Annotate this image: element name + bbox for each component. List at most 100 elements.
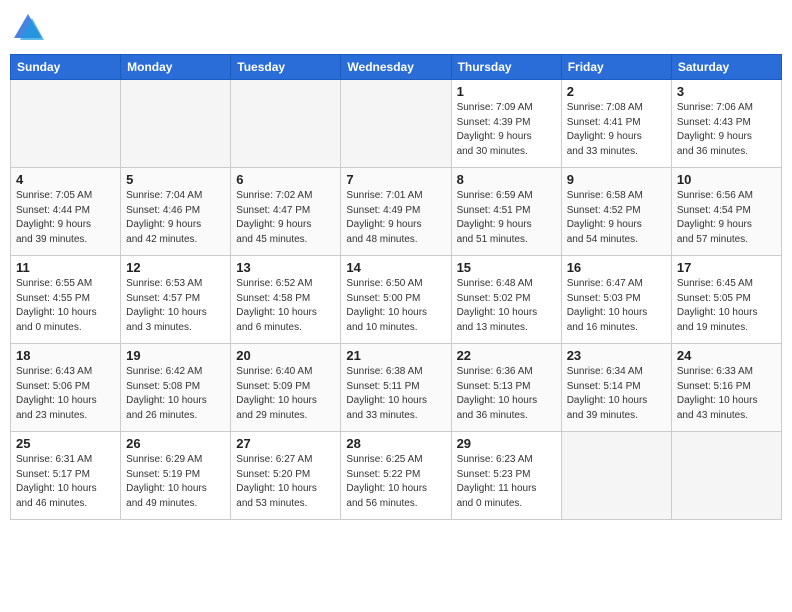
calendar-cell: 23 Sunrise: 6:34 AM Sunset: 5:14 PM Dayli… bbox=[561, 344, 671, 432]
calendar-cell: 12Sunrise: 6:53 AM Sunset: 4:57 PM Dayli… bbox=[121, 256, 231, 344]
day-number: 9 bbox=[567, 172, 666, 187]
calendar-cell: 17Sunrise: 6:45 AM Sunset: 5:05 PM Dayli… bbox=[671, 256, 781, 344]
calendar-cell: 20Sunrise: 6:40 AM Sunset: 5:09 PM Dayli… bbox=[231, 344, 341, 432]
day-info: Sunrise: 6:56 AM Sunset: 4:54 PM Dayligh… bbox=[677, 189, 776, 247]
calendar-cell: 1 Sunrise: 7:09 AM Sunset: 4:39 PM Daylig… bbox=[451, 80, 561, 168]
day-number: 14 bbox=[346, 260, 445, 275]
day-info: Sunrise: 7:06 AM Sunset: 4:43 PM Dayligh… bbox=[677, 101, 776, 159]
calendar-cell bbox=[671, 432, 781, 520]
day-number: 10 bbox=[677, 172, 776, 187]
day-info: Sunrise: 7:05 AM Sunset: 4:44 PM Dayligh… bbox=[16, 189, 115, 247]
calendar-cell: 5 Sunrise: 7:04 AM Sunset: 4:46 PM Daylig… bbox=[121, 168, 231, 256]
week-row-1: 1 Sunrise: 7:09 AM Sunset: 4:39 PM Daylig… bbox=[11, 80, 782, 168]
day-info: Sunrise: 6:58 AM Sunset: 4:52 PM Dayligh… bbox=[567, 189, 666, 247]
day-info: Sunrise: 6:47 AM Sunset: 5:03 PM Dayligh… bbox=[567, 277, 666, 335]
logo bbox=[10, 10, 50, 46]
day-number: 27 bbox=[236, 436, 335, 451]
day-number: 6 bbox=[236, 172, 335, 187]
calendar-cell: 14 Sunrise: 6:50 AM Sunset: 5:00 PM Dayli… bbox=[341, 256, 451, 344]
calendar-cell bbox=[561, 432, 671, 520]
day-info: Sunrise: 6:42 AM Sunset: 5:08 PM Dayligh… bbox=[126, 365, 225, 423]
calendar-cell: 8 Sunrise: 6:59 AM Sunset: 4:51 PM Daylig… bbox=[451, 168, 561, 256]
calendar-cell: 6 Sunrise: 7:02 AM Sunset: 4:47 PM Daylig… bbox=[231, 168, 341, 256]
calendar-cell bbox=[341, 80, 451, 168]
calendar-header-row: SundayMondayTuesdayWednesdayThursdayFrid… bbox=[11, 55, 782, 80]
week-row-5: 25 Sunrise: 6:31 AM Sunset: 5:17 PM Dayli… bbox=[11, 432, 782, 520]
header bbox=[10, 10, 782, 46]
day-number: 13 bbox=[236, 260, 335, 275]
calendar-table: SundayMondayTuesdayWednesdayThursdayFrid… bbox=[10, 54, 782, 520]
day-info: Sunrise: 6:52 AM Sunset: 4:58 PM Dayligh… bbox=[236, 277, 335, 335]
calendar-cell: 28 Sunrise: 6:25 AM Sunset: 5:22 PM Dayli… bbox=[341, 432, 451, 520]
calendar-cell: 27 Sunrise: 6:27 AM Sunset: 5:20 PM Dayli… bbox=[231, 432, 341, 520]
day-info: Sunrise: 6:50 AM Sunset: 5:00 PM Dayligh… bbox=[346, 277, 445, 335]
calendar-body: 1 Sunrise: 7:09 AM Sunset: 4:39 PM Daylig… bbox=[11, 80, 782, 520]
day-number: 29 bbox=[457, 436, 556, 451]
day-number: 28 bbox=[346, 436, 445, 451]
day-number: 5 bbox=[126, 172, 225, 187]
logo-icon bbox=[10, 10, 46, 46]
day-info: Sunrise: 6:38 AM Sunset: 5:11 PM Dayligh… bbox=[346, 365, 445, 423]
day-number: 1 bbox=[457, 84, 556, 99]
day-info: Sunrise: 6:59 AM Sunset: 4:51 PM Dayligh… bbox=[457, 189, 556, 247]
day-info: Sunrise: 6:45 AM Sunset: 5:05 PM Dayligh… bbox=[677, 277, 776, 335]
day-info: Sunrise: 6:36 AM Sunset: 5:13 PM Dayligh… bbox=[457, 365, 556, 423]
day-number: 23 bbox=[567, 348, 666, 363]
day-info: Sunrise: 6:33 AM Sunset: 5:16 PM Dayligh… bbox=[677, 365, 776, 423]
day-number: 25 bbox=[16, 436, 115, 451]
calendar-cell bbox=[121, 80, 231, 168]
day-info: Sunrise: 6:40 AM Sunset: 5:09 PM Dayligh… bbox=[236, 365, 335, 423]
day-number: 3 bbox=[677, 84, 776, 99]
calendar-cell: 9 Sunrise: 6:58 AM Sunset: 4:52 PM Daylig… bbox=[561, 168, 671, 256]
day-number: 15 bbox=[457, 260, 556, 275]
day-number: 8 bbox=[457, 172, 556, 187]
day-info: Sunrise: 6:43 AM Sunset: 5:06 PM Dayligh… bbox=[16, 365, 115, 423]
day-info: Sunrise: 6:48 AM Sunset: 5:02 PM Dayligh… bbox=[457, 277, 556, 335]
day-number: 16 bbox=[567, 260, 666, 275]
column-header-wednesday: Wednesday bbox=[341, 55, 451, 80]
day-number: 19 bbox=[126, 348, 225, 363]
day-number: 4 bbox=[16, 172, 115, 187]
calendar-cell: 25 Sunrise: 6:31 AM Sunset: 5:17 PM Dayli… bbox=[11, 432, 121, 520]
calendar-cell bbox=[231, 80, 341, 168]
calendar-cell: 4 Sunrise: 7:05 AM Sunset: 4:44 PM Daylig… bbox=[11, 168, 121, 256]
week-row-4: 18 Sunrise: 6:43 AM Sunset: 5:06 PM Dayli… bbox=[11, 344, 782, 432]
day-info: Sunrise: 6:29 AM Sunset: 5:19 PM Dayligh… bbox=[126, 453, 225, 511]
week-row-3: 11 Sunrise: 6:55 AM Sunset: 4:55 PM Dayli… bbox=[11, 256, 782, 344]
day-number: 11 bbox=[16, 260, 115, 275]
day-info: Sunrise: 7:04 AM Sunset: 4:46 PM Dayligh… bbox=[126, 189, 225, 247]
column-header-friday: Friday bbox=[561, 55, 671, 80]
day-number: 22 bbox=[457, 348, 556, 363]
calendar-cell: 2Sunrise: 7:08 AM Sunset: 4:41 PM Daylig… bbox=[561, 80, 671, 168]
calendar-cell: 18 Sunrise: 6:43 AM Sunset: 5:06 PM Dayli… bbox=[11, 344, 121, 432]
calendar-cell: 29 Sunrise: 6:23 AM Sunset: 5:23 PM Dayli… bbox=[451, 432, 561, 520]
calendar-cell: 3 Sunrise: 7:06 AM Sunset: 4:43 PM Daylig… bbox=[671, 80, 781, 168]
calendar-cell: 19 Sunrise: 6:42 AM Sunset: 5:08 PM Dayli… bbox=[121, 344, 231, 432]
day-info: Sunrise: 7:02 AM Sunset: 4:47 PM Dayligh… bbox=[236, 189, 335, 247]
day-number: 21 bbox=[346, 348, 445, 363]
calendar-cell bbox=[11, 80, 121, 168]
day-number: 18 bbox=[16, 348, 115, 363]
calendar-cell: 21 Sunrise: 6:38 AM Sunset: 5:11 PM Dayli… bbox=[341, 344, 451, 432]
week-row-2: 4 Sunrise: 7:05 AM Sunset: 4:44 PM Daylig… bbox=[11, 168, 782, 256]
calendar-cell: 13 Sunrise: 6:52 AM Sunset: 4:58 PM Dayli… bbox=[231, 256, 341, 344]
day-number: 12 bbox=[126, 260, 225, 275]
day-info: Sunrise: 6:27 AM Sunset: 5:20 PM Dayligh… bbox=[236, 453, 335, 511]
day-info: Sunrise: 6:31 AM Sunset: 5:17 PM Dayligh… bbox=[16, 453, 115, 511]
column-header-saturday: Saturday bbox=[671, 55, 781, 80]
day-info: Sunrise: 6:34 AM Sunset: 5:14 PM Dayligh… bbox=[567, 365, 666, 423]
column-header-thursday: Thursday bbox=[451, 55, 561, 80]
day-info: Sunrise: 7:09 AM Sunset: 4:39 PM Dayligh… bbox=[457, 101, 556, 159]
day-info: Sunrise: 7:08 AM Sunset: 4:41 PM Dayligh… bbox=[567, 101, 666, 159]
calendar-cell: 22 Sunrise: 6:36 AM Sunset: 5:13 PM Dayli… bbox=[451, 344, 561, 432]
day-number: 24 bbox=[677, 348, 776, 363]
day-info: Sunrise: 7:01 AM Sunset: 4:49 PM Dayligh… bbox=[346, 189, 445, 247]
calendar-cell: 16 Sunrise: 6:47 AM Sunset: 5:03 PM Dayli… bbox=[561, 256, 671, 344]
day-info: Sunrise: 6:25 AM Sunset: 5:22 PM Dayligh… bbox=[346, 453, 445, 511]
calendar-cell: 24 Sunrise: 6:33 AM Sunset: 5:16 PM Dayli… bbox=[671, 344, 781, 432]
day-info: Sunrise: 6:23 AM Sunset: 5:23 PM Dayligh… bbox=[457, 453, 556, 511]
day-info: Sunrise: 6:55 AM Sunset: 4:55 PM Dayligh… bbox=[16, 277, 115, 335]
column-header-tuesday: Tuesday bbox=[231, 55, 341, 80]
column-header-monday: Monday bbox=[121, 55, 231, 80]
calendar-cell: 7Sunrise: 7:01 AM Sunset: 4:49 PM Daylig… bbox=[341, 168, 451, 256]
